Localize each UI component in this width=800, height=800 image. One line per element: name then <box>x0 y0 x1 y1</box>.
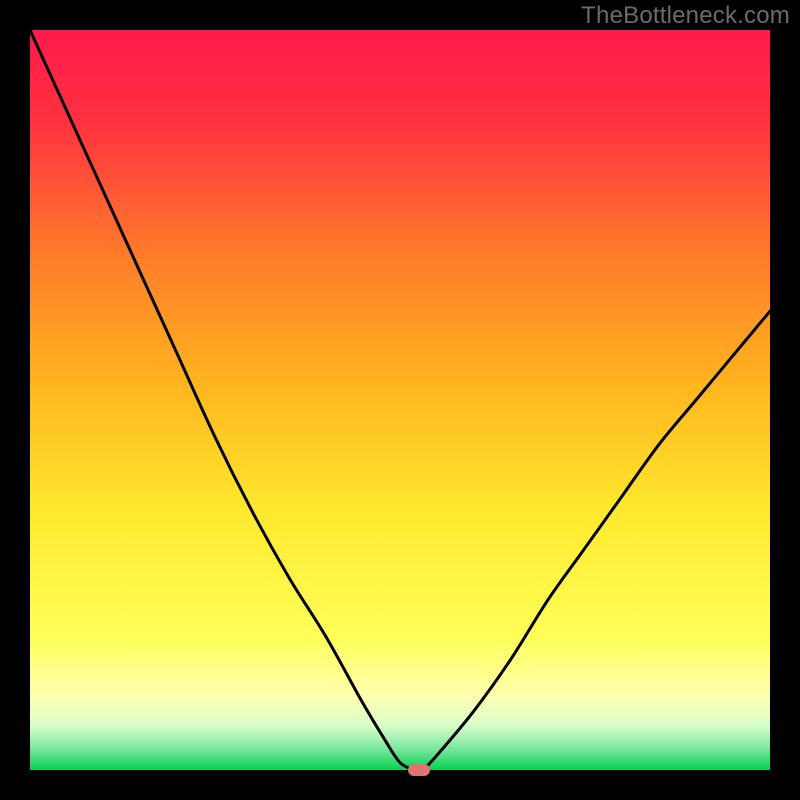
optimal-point-marker <box>408 764 430 776</box>
watermark-text: TheBottleneck.com <box>581 2 790 30</box>
plot-area <box>30 30 770 770</box>
chart-frame: TheBottleneck.com <box>0 0 800 800</box>
bottleneck-curve <box>30 30 770 770</box>
